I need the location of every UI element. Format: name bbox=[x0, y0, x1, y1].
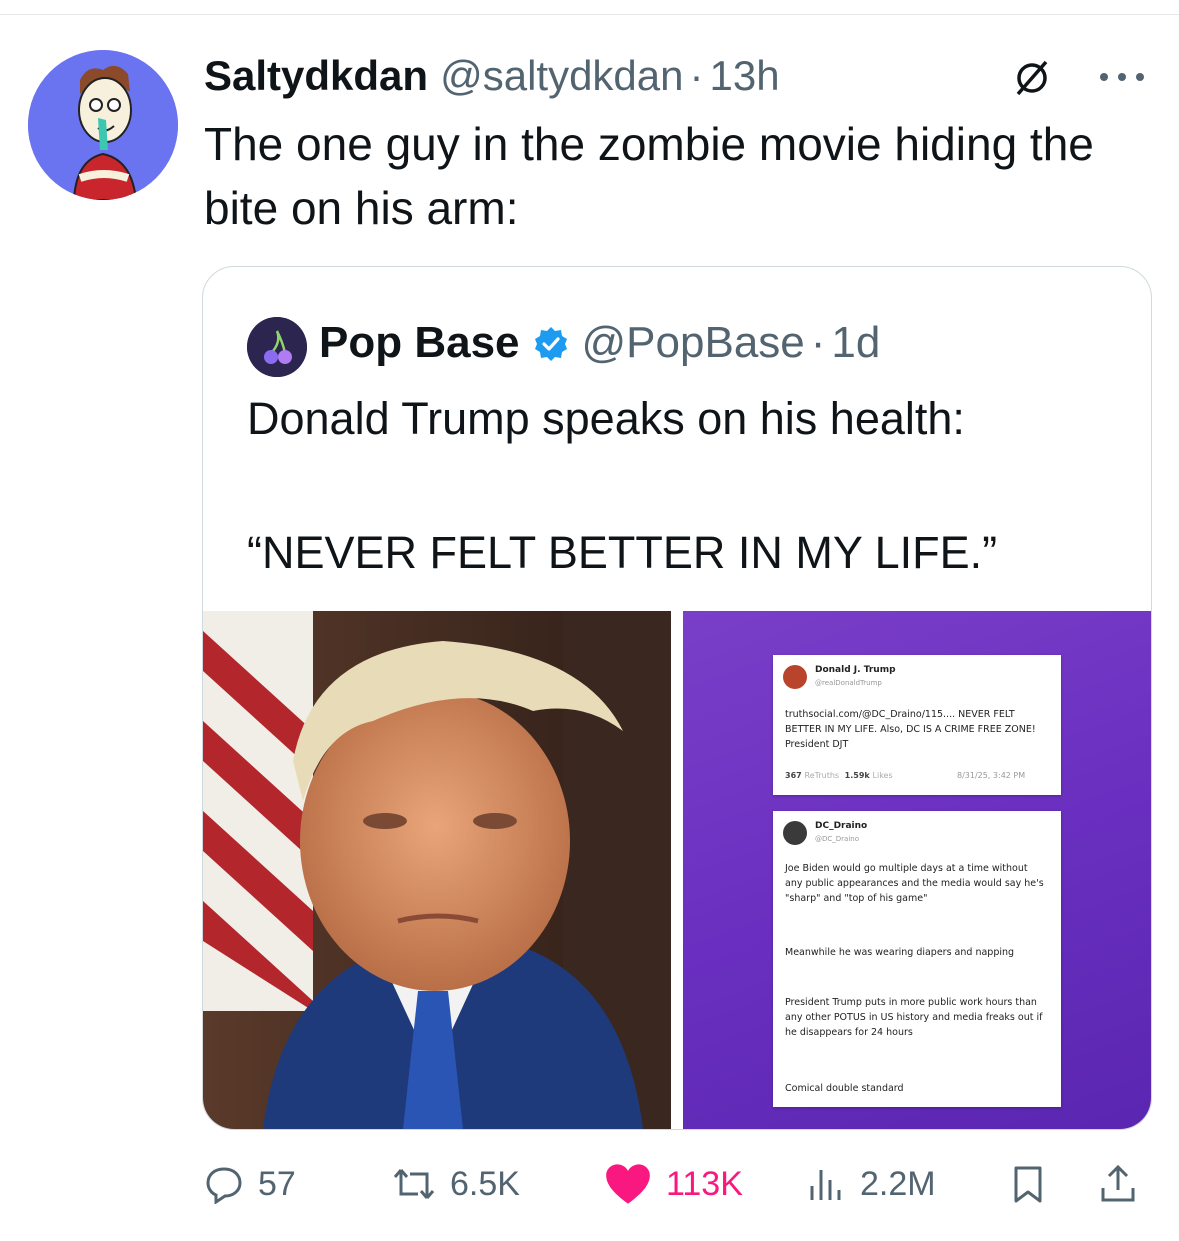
embedded-post-text: truthsocial.com/@DC_Draino/115.... NEVER… bbox=[785, 709, 1036, 750]
retruths-label: ReTruths bbox=[804, 771, 840, 780]
action-bar: 57 6.5K 113K 2.2M bbox=[0, 1156, 1179, 1212]
views-button[interactable]: 2.2M bbox=[806, 1156, 936, 1212]
post-text: The one guy in the zombie movie hiding t… bbox=[204, 118, 1094, 234]
embedded-post-stats: 367 ReTruths 1.59k Likes bbox=[785, 771, 893, 780]
bookmark-icon bbox=[1014, 1166, 1042, 1203]
quoted-post-text-line1: Donald Trump speaks on his health: bbox=[247, 393, 965, 444]
top-divider bbox=[0, 14, 1179, 15]
share-icon bbox=[1101, 1164, 1135, 1202]
bookmark-button[interactable] bbox=[1008, 1156, 1048, 1212]
like-count: 113K bbox=[666, 1164, 743, 1203]
cartoon-avatar-icon bbox=[28, 50, 178, 200]
embedded-paragraph-2: Meanwhile he was wearing diapers and nap… bbox=[785, 947, 1015, 958]
quoted-post[interactable]: Pop Base @PopBase · 1d Donald Trump spea… bbox=[202, 266, 1152, 1130]
likes-count: 1.59k bbox=[844, 771, 870, 780]
views-count: 2.2M bbox=[860, 1164, 936, 1203]
embedded-author-name: Donald J. Trump bbox=[815, 665, 896, 675]
embedded-post-card: Donald J. Trump @realDonaldTrump truthso… bbox=[773, 655, 1061, 795]
embedded-author-handle: @realDonaldTrump bbox=[815, 679, 882, 687]
embedded-paragraph-3: President Trump puts in more public work… bbox=[785, 997, 1043, 1038]
embedded-avatar bbox=[783, 821, 807, 845]
separator-dot: · bbox=[689, 52, 704, 99]
quoted-post-text-line2: “NEVER FELT BETTER IN MY LIFE.” bbox=[247, 527, 998, 578]
reply-button[interactable]: 57 bbox=[204, 1156, 296, 1212]
share-button[interactable] bbox=[1098, 1156, 1138, 1212]
quoted-author-name[interactable]: Pop Base bbox=[319, 318, 520, 368]
quoted-post-timestamp[interactable]: 1d bbox=[831, 318, 880, 368]
embedded-paragraph-4: Comical double standard bbox=[785, 1083, 904, 1094]
more-icon[interactable] bbox=[1092, 62, 1152, 92]
quoted-post-header: Pop Base @PopBase · 1d bbox=[319, 313, 880, 373]
separator-dot: · bbox=[810, 318, 826, 367]
heart-icon bbox=[606, 1164, 650, 1204]
grok-icon[interactable] bbox=[1012, 58, 1052, 98]
author-handle[interactable]: @saltydkdan bbox=[440, 52, 683, 100]
views-icon bbox=[810, 1170, 841, 1200]
reply-count: 57 bbox=[258, 1164, 296, 1203]
reply-icon bbox=[206, 1167, 242, 1204]
cherry-logo-icon bbox=[247, 317, 307, 377]
embedded-post-card: DC_Draino @DC_Draino Joe Biden would go … bbox=[773, 811, 1061, 1107]
like-button[interactable]: 113K bbox=[604, 1156, 743, 1212]
screenshot-image[interactable]: Donald J. Trump @realDonaldTrump truthso… bbox=[683, 611, 1151, 1129]
retruths-count: 367 bbox=[785, 771, 802, 780]
repost-button[interactable]: 6.5K bbox=[392, 1156, 520, 1212]
embedded-author-handle: @DC_Draino bbox=[815, 835, 859, 843]
post-header: Saltydkdan @saltydkdan · 13h bbox=[204, 50, 780, 102]
repost-count: 6.5K bbox=[450, 1164, 520, 1203]
likes-label: Likes bbox=[872, 771, 893, 780]
quoted-author-handle[interactable]: @PopBase bbox=[582, 318, 805, 368]
embedded-paragraph-1: Joe Biden would go multiple days at a ti… bbox=[785, 863, 1044, 904]
portrait-photo[interactable] bbox=[203, 611, 671, 1129]
quoted-author-avatar[interactable] bbox=[247, 317, 307, 377]
author-avatar[interactable] bbox=[28, 50, 178, 200]
verified-badge-icon bbox=[532, 324, 570, 362]
repost-icon bbox=[393, 1169, 435, 1199]
author-name[interactable]: Saltydkdan bbox=[204, 52, 428, 100]
embedded-author-name: DC_Draino bbox=[815, 821, 868, 831]
post-timestamp[interactable]: 13h bbox=[710, 52, 780, 100]
embedded-post-timestamp: 8/31/25, 3:42 PM bbox=[957, 771, 1026, 780]
embedded-avatar bbox=[783, 665, 807, 689]
